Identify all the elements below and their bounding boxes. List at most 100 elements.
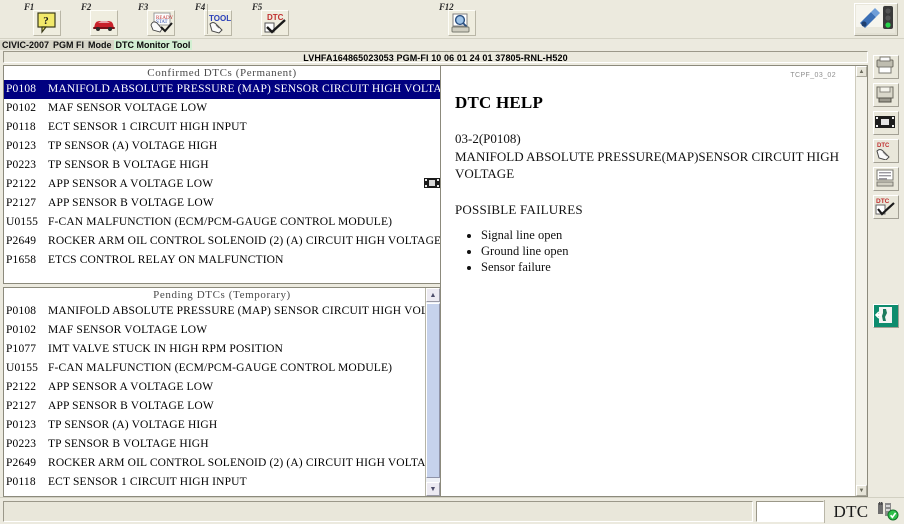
pending-dtc-list[interactable]: P0108MANIFOLD ABSOLUTE PRESSURE (MAP) SE… [4, 302, 440, 497]
function-key-group-main: F1 ? F2 [22, 2, 291, 37]
dtc-description: F-CAN MALFUNCTION (ECM/PCM-GAUGE CONTROL… [48, 216, 392, 228]
dtc-code: P0118 [6, 473, 48, 492]
mode-value: DTC Monitor Tool [114, 40, 193, 50]
dtc-row[interactable]: P2122APP SENSOR A VOLTAGE LOW [4, 175, 440, 194]
dtc-description: MAF SENSOR VOLTAGE LOW [48, 324, 207, 336]
car-icon [90, 10, 118, 36]
dtc-code: P0108 [6, 302, 48, 321]
toolbar-button-f5-dtc[interactable]: F5 DTC [250, 2, 291, 35]
pending-dtc-panel: Pending DTCs (Temporary) P0108MANIFOLD A… [3, 287, 441, 497]
main-content-area: Confirmed DTCs (Permanent) P0108MANIFOLD… [3, 65, 868, 497]
pending-dtc-header: Pending DTCs (Temporary) [4, 288, 440, 302]
help-question-icon: ? [33, 10, 61, 36]
possible-failure-item: Signal line open [481, 228, 840, 243]
rail-button-print[interactable] [873, 55, 899, 79]
dtc-row[interactable]: P0102MAF SENSOR VOLTAGE LOW [4, 99, 440, 118]
dtc-row[interactable]: P1658ETCS CONTROL RELAY ON MALFUNCTION [4, 251, 440, 270]
dtc-row[interactable]: P1077IMT VALVE STUCK IN HIGH RPM POSITIO… [4, 340, 440, 359]
dtc-row[interactable]: U0155F-CAN MALFUNCTION (ECM/PCM-GAUGE CO… [4, 213, 440, 232]
scrollbar-thumb[interactable] [426, 303, 440, 478]
scroll-up-arrow-icon[interactable]: ▲ [426, 288, 440, 302]
rail-button-dtc-edit[interactable]: DTC [873, 139, 899, 163]
dtc-row[interactable]: P0123TP SENSOR (A) VOLTAGE HIGH [4, 137, 440, 156]
confirmed-dtc-header: Confirmed DTCs (Permanent) [4, 66, 440, 80]
dtc-description: APP SENSOR A VOLTAGE LOW [48, 178, 213, 190]
dtc-code: P0123 [6, 416, 48, 435]
dtc-row[interactable]: P0108MANIFOLD ABSOLUTE PRESSURE (MAP) SE… [4, 80, 440, 99]
dtc-code: P2127 [6, 397, 48, 416]
dtc-code: P0102 [6, 321, 48, 340]
rail-button-list-view[interactable] [873, 167, 899, 191]
dtc-code: P1077 [6, 340, 48, 359]
dtc-code: U0155 [6, 359, 48, 378]
dtc-row[interactable]: U0155F-CAN MALFUNCTION (ECM/PCM-GAUGE CO… [4, 359, 440, 378]
dtc-help-code: 03-2(P0108) [455, 131, 840, 147]
help-scroll-up-arrow-icon[interactable]: ▲ [856, 66, 867, 77]
dtc-description: ETCS CONTROL RELAY ON MALFUNCTION [48, 254, 284, 266]
dtc-monitor-tool-window: F1 ? F2 [0, 0, 904, 524]
rail-button-save[interactable] [873, 83, 899, 107]
right-tool-rail: DTC DTC [870, 51, 904, 498]
status-field [756, 501, 824, 522]
confirmed-dtc-list[interactable]: P0108MANIFOLD ABSOLUTE PRESSURE (MAP) SE… [4, 80, 440, 270]
dtc-code: P1658 [6, 251, 48, 270]
dtc-code: P0123 [6, 137, 48, 156]
help-scrollbar[interactable]: ▲ ▼ [855, 66, 867, 496]
dtc-code: P0223 [6, 435, 48, 454]
rail-button-dtc-check[interactable]: DTC [873, 195, 899, 219]
possible-failure-item: Ground line open [481, 244, 840, 259]
dtc-row[interactable]: P2127APP SENSOR B VOLTAGE LOW [4, 194, 440, 213]
dtc-help-content: TCPF_03_02 DTC HELP 03-2(P0108) MANIFOLD… [441, 66, 854, 496]
dtc-row[interactable]: P2649ROCKER ARM OIL CONTROL SOLENOID (2)… [4, 454, 440, 473]
dtc-code: P0223 [6, 156, 48, 175]
dtc-description: APP SENSOR A VOLTAGE LOW [48, 381, 213, 393]
panel-splitter-handle[interactable] [424, 175, 440, 191]
bottom-status-bar: DTC [0, 497, 904, 524]
pending-scrollbar[interactable]: ▲ ▼ [425, 288, 440, 496]
dtc-code: P2122 [6, 378, 48, 397]
dtc-row[interactable]: P0108MANIFOLD ABSOLUTE PRESSURE (MAP) SE… [4, 302, 440, 321]
dtc-description: MAF SENSOR VOLTAGE LOW [48, 102, 207, 114]
print-preview-icon [448, 10, 476, 36]
dtc-help-title: DTC HELP [455, 93, 840, 113]
dtc-row[interactable]: P2127APP SENSOR B VOLTAGE LOW [4, 397, 440, 416]
dtc-row[interactable]: P0118ECT SENSOR 1 CIRCUIT HIGH INPUT [4, 118, 440, 137]
dtc-row[interactable]: P2122APP SENSOR A VOLTAGE LOW [4, 378, 440, 397]
dtc-description: TP SENSOR (A) VOLTAGE HIGH [48, 419, 217, 431]
toolbar-button-f3-readiness[interactable]: F3 READY STAT [136, 2, 177, 35]
status-divider [824, 500, 825, 523]
svg-text:TOOL: TOOL [209, 14, 231, 23]
dtc-description: F-CAN MALFUNCTION (ECM/PCM-GAUGE CONTROL… [48, 362, 392, 374]
rail-button-snapshot[interactable] [873, 111, 899, 135]
dtc-code: P2127 [6, 194, 48, 213]
dtc-description: MANIFOLD ABSOLUTE PRESSURE (MAP) SENSOR … [48, 305, 440, 317]
dtc-row[interactable]: P0102MAF SENSOR VOLTAGE LOW [4, 321, 440, 340]
mode-label: Mode [86, 40, 114, 50]
readiness-check-icon: READY STAT [147, 10, 175, 36]
dtc-code: P2649 [6, 454, 48, 473]
dtc-help-description: MANIFOLD ABSOLUTE PRESSURE(MAP)SENSOR CI… [455, 148, 840, 182]
dtc-description: ROCKER ARM OIL CONTROL SOLENOID (2) (A) … [48, 457, 440, 469]
toolbar-button-f12-print-preview[interactable]: F12 [437, 2, 478, 35]
connector-plug-status-icon[interactable] [854, 3, 898, 36]
toolbar-button-f1-help[interactable]: F1 ? [22, 2, 63, 35]
scroll-down-arrow-icon[interactable]: ▼ [426, 482, 440, 496]
mode-system: PGM FI [51, 40, 86, 50]
dtc-description: ECT SENSOR 1 CIRCUIT HIGH INPUT [48, 121, 247, 133]
dtc-row[interactable]: P0223TP SENSOR B VOLTAGE HIGH [4, 435, 440, 454]
rail-button-exit[interactable] [873, 304, 899, 328]
toolbar-button-f2-vehicle[interactable]: F2 [79, 2, 120, 35]
dtc-code: P0108 [6, 80, 48, 99]
possible-failures-heading: POSSIBLE FAILURES [455, 202, 840, 218]
dtc-row[interactable]: P0223TP SENSOR B VOLTAGE HIGH [4, 156, 440, 175]
possible-failures-list: Signal line openGround line openSensor f… [455, 228, 840, 275]
dtc-code: P2649 [6, 232, 48, 251]
confirmed-dtc-panel: Confirmed DTCs (Permanent) P0108MANIFOLD… [3, 65, 441, 284]
help-watermark: TCPF_03_02 [455, 72, 836, 79]
toolbar-button-f4-tool[interactable]: F4 TOOL [193, 2, 234, 35]
help-scroll-down-arrow-icon[interactable]: ▼ [856, 485, 867, 496]
dtc-row[interactable]: P2649ROCKER ARM OIL CONTROL SOLENOID (2)… [4, 232, 440, 251]
dtc-row[interactable]: P0118ECT SENSOR 1 CIRCUIT HIGH INPUT [4, 473, 440, 492]
dtc-row[interactable]: P0123TP SENSOR (A) VOLTAGE HIGH [4, 416, 440, 435]
status-message [3, 501, 753, 522]
